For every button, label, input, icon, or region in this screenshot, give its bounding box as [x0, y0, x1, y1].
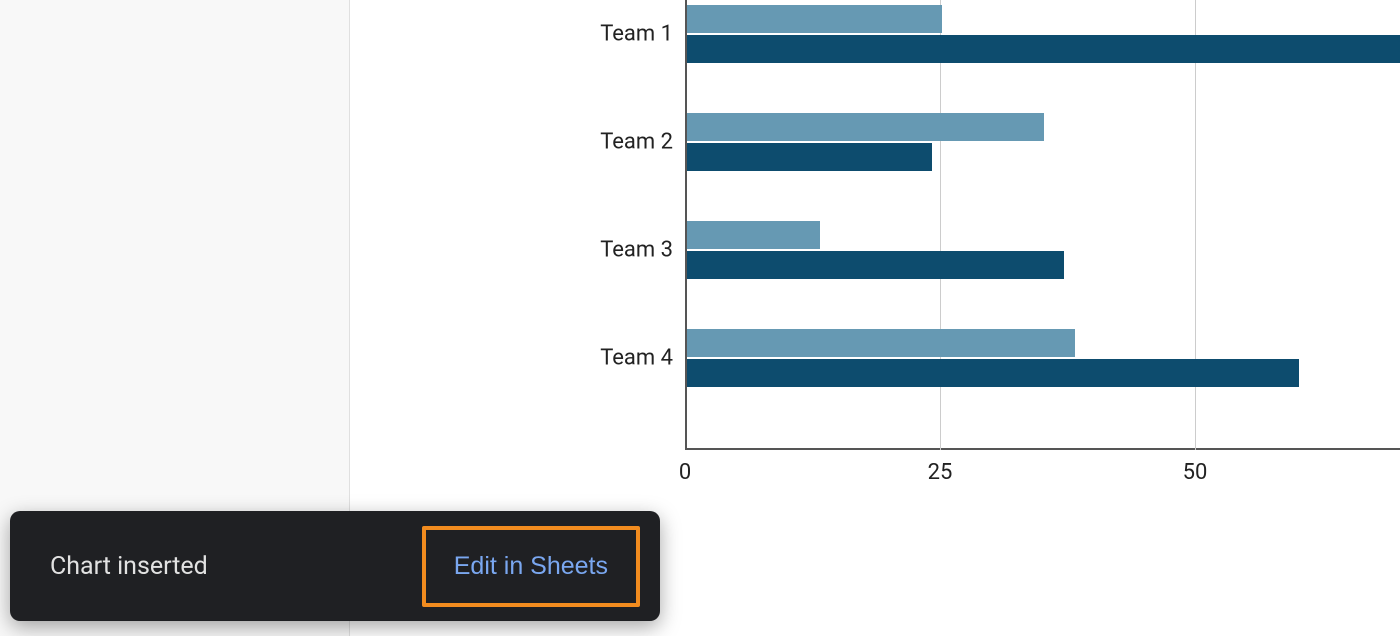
edit-in-sheets-button[interactable]: Edit in Sheets: [454, 552, 608, 581]
y-axis-label-team3: Team 3: [600, 238, 673, 263]
bar-team1-seriesA: [687, 5, 942, 33]
toast-action-highlight: Edit in Sheets: [422, 526, 640, 607]
x-axis-tick-0: 0: [679, 460, 691, 485]
bar-team2-seriesA: [687, 113, 1044, 141]
bar-team4-seriesB: [687, 359, 1299, 387]
y-axis-label-team2: Team 2: [600, 130, 673, 155]
x-axis-line: [685, 448, 1400, 450]
bar-team4-seriesA: [687, 329, 1075, 357]
plot-region: [685, 0, 1400, 450]
toast-message: Chart inserted: [50, 552, 208, 581]
y-axis-label-team4: Team 4: [600, 346, 673, 371]
y-axis-label-team1: Team 1: [600, 22, 673, 47]
bar-team3-seriesB: [687, 251, 1064, 279]
bar-team1-seriesB: [687, 35, 1400, 63]
x-axis-tick-50: 50: [1183, 460, 1208, 485]
bar-team2-seriesB: [687, 143, 932, 171]
x-axis-tick-25: 25: [928, 460, 953, 485]
bar-team3-seriesA: [687, 221, 820, 249]
toast-snackbar: Chart inserted Edit in Sheets: [10, 511, 660, 621]
